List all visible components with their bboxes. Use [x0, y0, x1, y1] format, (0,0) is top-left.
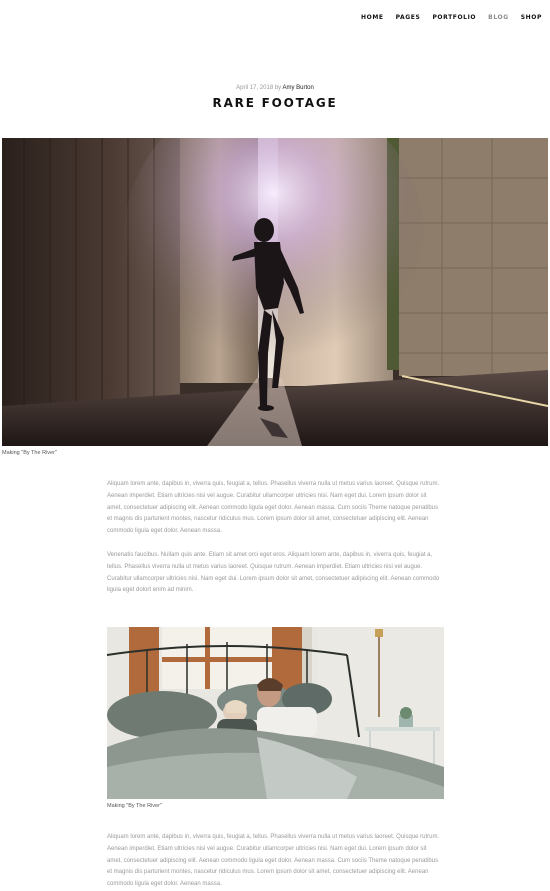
main-nav: HOME PAGES PORTFOLIO BLOG SHOP [361, 14, 542, 21]
bedroom-photo-illustration [107, 627, 444, 799]
post-author[interactable]: Amy Burton [283, 85, 314, 91]
nav-pages[interactable]: PAGES [396, 14, 421, 21]
body-paragraph-1: Aliquam lorem ante, dapibus in, viverra … [107, 481, 440, 535]
nav-home[interactable]: HOME [361, 14, 384, 21]
hero-caption: Making "By The River" [2, 450, 57, 456]
post-date[interactable]: April 17, 2018 [236, 85, 273, 91]
nav-shop[interactable]: SHOP [521, 14, 542, 21]
post-meta: April 17, 2018 by Amy Burton [0, 85, 550, 91]
post-title: RARE FOOTAGE [212, 96, 338, 110]
hero-photo-illustration [2, 138, 548, 446]
nav-portfolio[interactable]: PORTFOLIO [432, 14, 476, 21]
body-paragraph-3: Aliquam lorem ante, dapibus in, viverra … [107, 834, 440, 888]
bedroom-caption: Making "By The River" [107, 803, 162, 809]
hero-image [2, 138, 548, 446]
body-paragraph-2: Venenatis faucibus. Nullam quis ante. Et… [107, 552, 440, 594]
bedroom-image [107, 627, 444, 799]
post-by: by [274, 85, 282, 91]
nav-blog[interactable]: BLOG [488, 14, 509, 21]
